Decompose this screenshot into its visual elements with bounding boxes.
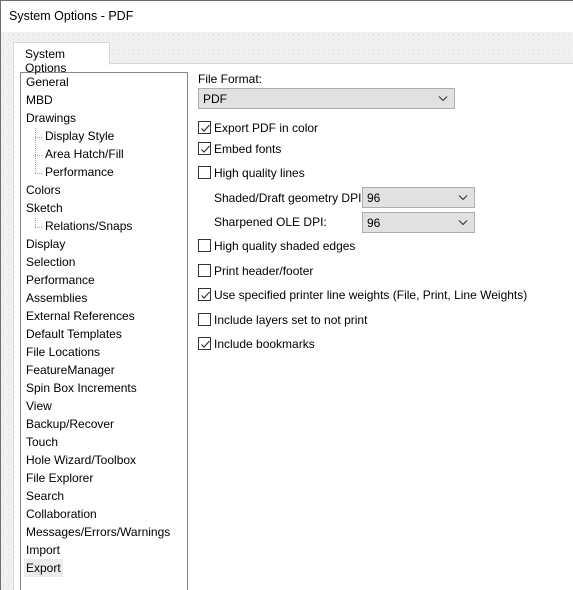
checkbox-box[interactable] xyxy=(198,313,211,326)
file-format-label: File Format: xyxy=(198,72,263,86)
chevron-down-icon xyxy=(458,220,468,226)
checkbox-box[interactable] xyxy=(198,239,211,252)
checkbox-label: Export PDF in color xyxy=(214,121,319,135)
window-title: System Options - PDF xyxy=(9,9,134,23)
tree-connector xyxy=(35,137,42,138)
options-tree[interactable]: General MBD Drawings Display Style Area Hatc… xyxy=(20,72,188,590)
tree-item[interactable]: Collaboration xyxy=(26,505,97,523)
tree-item[interactable]: Spin Box Increments xyxy=(26,379,137,397)
tree-item[interactable]: Performance xyxy=(26,271,95,289)
checkbox-label: Embed fonts xyxy=(214,142,282,156)
tree-item[interactable]: Assemblies xyxy=(26,289,87,307)
tree-item[interactable]: Search xyxy=(26,487,64,505)
check-icon xyxy=(201,291,210,299)
checkbox-label: High quality lines xyxy=(214,166,305,180)
check-icon xyxy=(201,340,210,348)
tree-item[interactable]: Area Hatch/Fill xyxy=(45,145,124,163)
tree-item[interactable]: Export xyxy=(24,559,63,577)
file-format-value: PDF xyxy=(203,92,227,106)
chevron-down-icon xyxy=(438,96,448,102)
system-options-window: System Options - PDF System Options Gene… xyxy=(0,0,573,590)
chevron-down-icon xyxy=(458,195,468,201)
file-format-dropdown[interactable]: PDF xyxy=(198,88,455,109)
tree-item[interactable]: Backup/Recover xyxy=(26,415,114,433)
ole-dpi-label: Sharpened OLE DPI: xyxy=(214,215,327,229)
tree-item[interactable]: Import xyxy=(26,541,60,559)
checkbox-box[interactable] xyxy=(198,121,211,134)
tree-connector xyxy=(35,155,42,156)
tree-connector xyxy=(35,218,36,227)
shaded-dpi-label: Shaded/Draft geometry DPI: xyxy=(214,191,365,205)
checkbox-box[interactable] xyxy=(198,142,211,155)
tree-item[interactable]: File Locations xyxy=(26,343,100,361)
tree-item[interactable]: Sketch xyxy=(26,199,63,217)
check-icon xyxy=(201,124,210,132)
tree-item[interactable]: View xyxy=(26,397,52,415)
tree-item[interactable]: Messages/Errors/Warnings xyxy=(26,523,170,541)
tree-item[interactable]: Hole Wizard/Toolbox xyxy=(26,451,136,469)
tree-item[interactable]: Display xyxy=(26,235,65,253)
tree-connector xyxy=(35,128,36,173)
check-icon xyxy=(201,145,210,153)
tree-item[interactable]: Relations/Snaps xyxy=(45,217,132,235)
tree-item[interactable]: Display Style xyxy=(45,127,114,145)
checkbox-label: Include bookmarks xyxy=(214,337,315,351)
tree-item[interactable]: External References xyxy=(26,307,135,325)
checkbox-box[interactable] xyxy=(198,166,211,179)
dialog-client-area: System Options General MBD Drawings Display… xyxy=(1,32,573,590)
checkbox-label: Use specified printer line weights (File… xyxy=(214,288,528,302)
tree-item[interactable]: Touch xyxy=(26,433,58,451)
checkbox-label: Print header/footer xyxy=(214,264,314,278)
shaded-dpi-dropdown[interactable]: 96 xyxy=(362,187,475,208)
tree-connector xyxy=(35,173,42,174)
tree-item[interactable]: MBD xyxy=(26,91,53,109)
tab-system-options[interactable]: System Options xyxy=(13,42,110,75)
tree-item[interactable]: Default Templates xyxy=(26,325,122,343)
title-bar: System Options - PDF xyxy=(1,1,573,32)
checkbox-box[interactable] xyxy=(198,337,211,350)
tree-item[interactable]: Performance xyxy=(45,163,114,181)
tree-item[interactable]: General xyxy=(26,73,69,91)
tree-connector xyxy=(35,227,42,228)
checkbox-label: High quality shaded edges xyxy=(214,239,356,253)
tree-item[interactable]: Drawings xyxy=(26,109,76,127)
tree-item[interactable]: File Explorer xyxy=(26,469,93,487)
checkbox-box[interactable] xyxy=(198,264,211,277)
checkbox-box[interactable] xyxy=(198,288,211,301)
tree-item[interactable]: Selection xyxy=(26,253,75,271)
tree-item[interactable]: Colors xyxy=(26,181,61,199)
tab-page: General MBD Drawings Display Style Area Hatc… xyxy=(13,64,573,590)
ole-dpi-dropdown[interactable]: 96 xyxy=(362,212,475,233)
shaded-dpi-value: 96 xyxy=(367,191,381,205)
checkbox-label: Include layers set to not print xyxy=(214,313,368,327)
ole-dpi-value: 96 xyxy=(367,216,381,230)
tree-item[interactable]: FeatureManager xyxy=(26,361,115,379)
tab-label: System Options xyxy=(25,47,67,75)
